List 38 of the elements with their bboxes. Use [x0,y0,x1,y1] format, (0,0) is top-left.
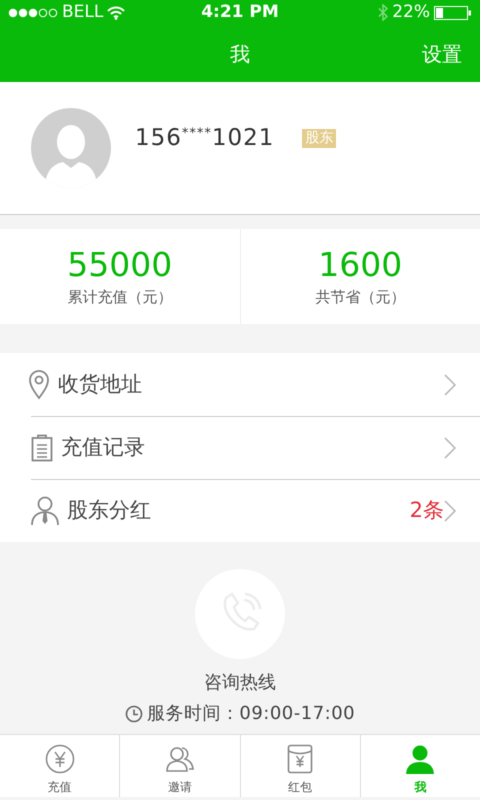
avatar-icon [31,108,111,188]
service-hours: 服务时间：09:00-17:00 [146,702,356,726]
pin-icon [28,370,50,400]
battery-percent: 22% [392,0,430,24]
menu-label: 股东分红 [67,497,151,524]
tab-button[interactable]: 红包 [240,735,360,797]
clipboard-icon [31,434,53,462]
yuan-coin-icon [44,744,75,774]
hotline-title: 咨询热线 [204,671,276,695]
stat-value: 55000 [67,245,172,285]
money-envelope-icon [287,744,314,774]
chevron-icon [444,374,456,396]
clock-time: 4:21 PM [201,2,279,22]
stat-label: 共节省（元） [315,287,406,308]
count-label: 2条 [410,497,444,524]
menu-item[interactable]: 股东分红 2条 [31,479,480,542]
menu-label: 充值记录 [61,434,145,462]
stat-value: 1600 [318,245,402,285]
wifi-icon [107,6,126,20]
tab-button[interactable]: 充值 [0,735,120,797]
chevron-icon [444,500,456,522]
people-icon [164,744,195,774]
person-icon [405,744,436,774]
battery-icon [434,6,472,20]
chevron-icon [444,437,456,459]
clock-icon [124,704,143,722]
page-title: 我 [230,40,250,68]
bluetooth-icon [378,4,388,21]
stat-label: 累计充值（元） [67,287,172,308]
menu-item[interactable]: 收货地址 [0,353,480,416]
phone-number: 156$^{****}$1021 [135,124,274,153]
carrier-name: BELL [62,0,104,24]
signal-icon [8,8,58,18]
shareholder-badge: 股东 [302,128,336,148]
person-tie-icon [31,496,59,526]
tab-button[interactable]: 邀请 [119,735,240,797]
menu-label: 收货地址 [58,370,142,398]
menu-item[interactable]: 充值记录 [31,416,480,479]
